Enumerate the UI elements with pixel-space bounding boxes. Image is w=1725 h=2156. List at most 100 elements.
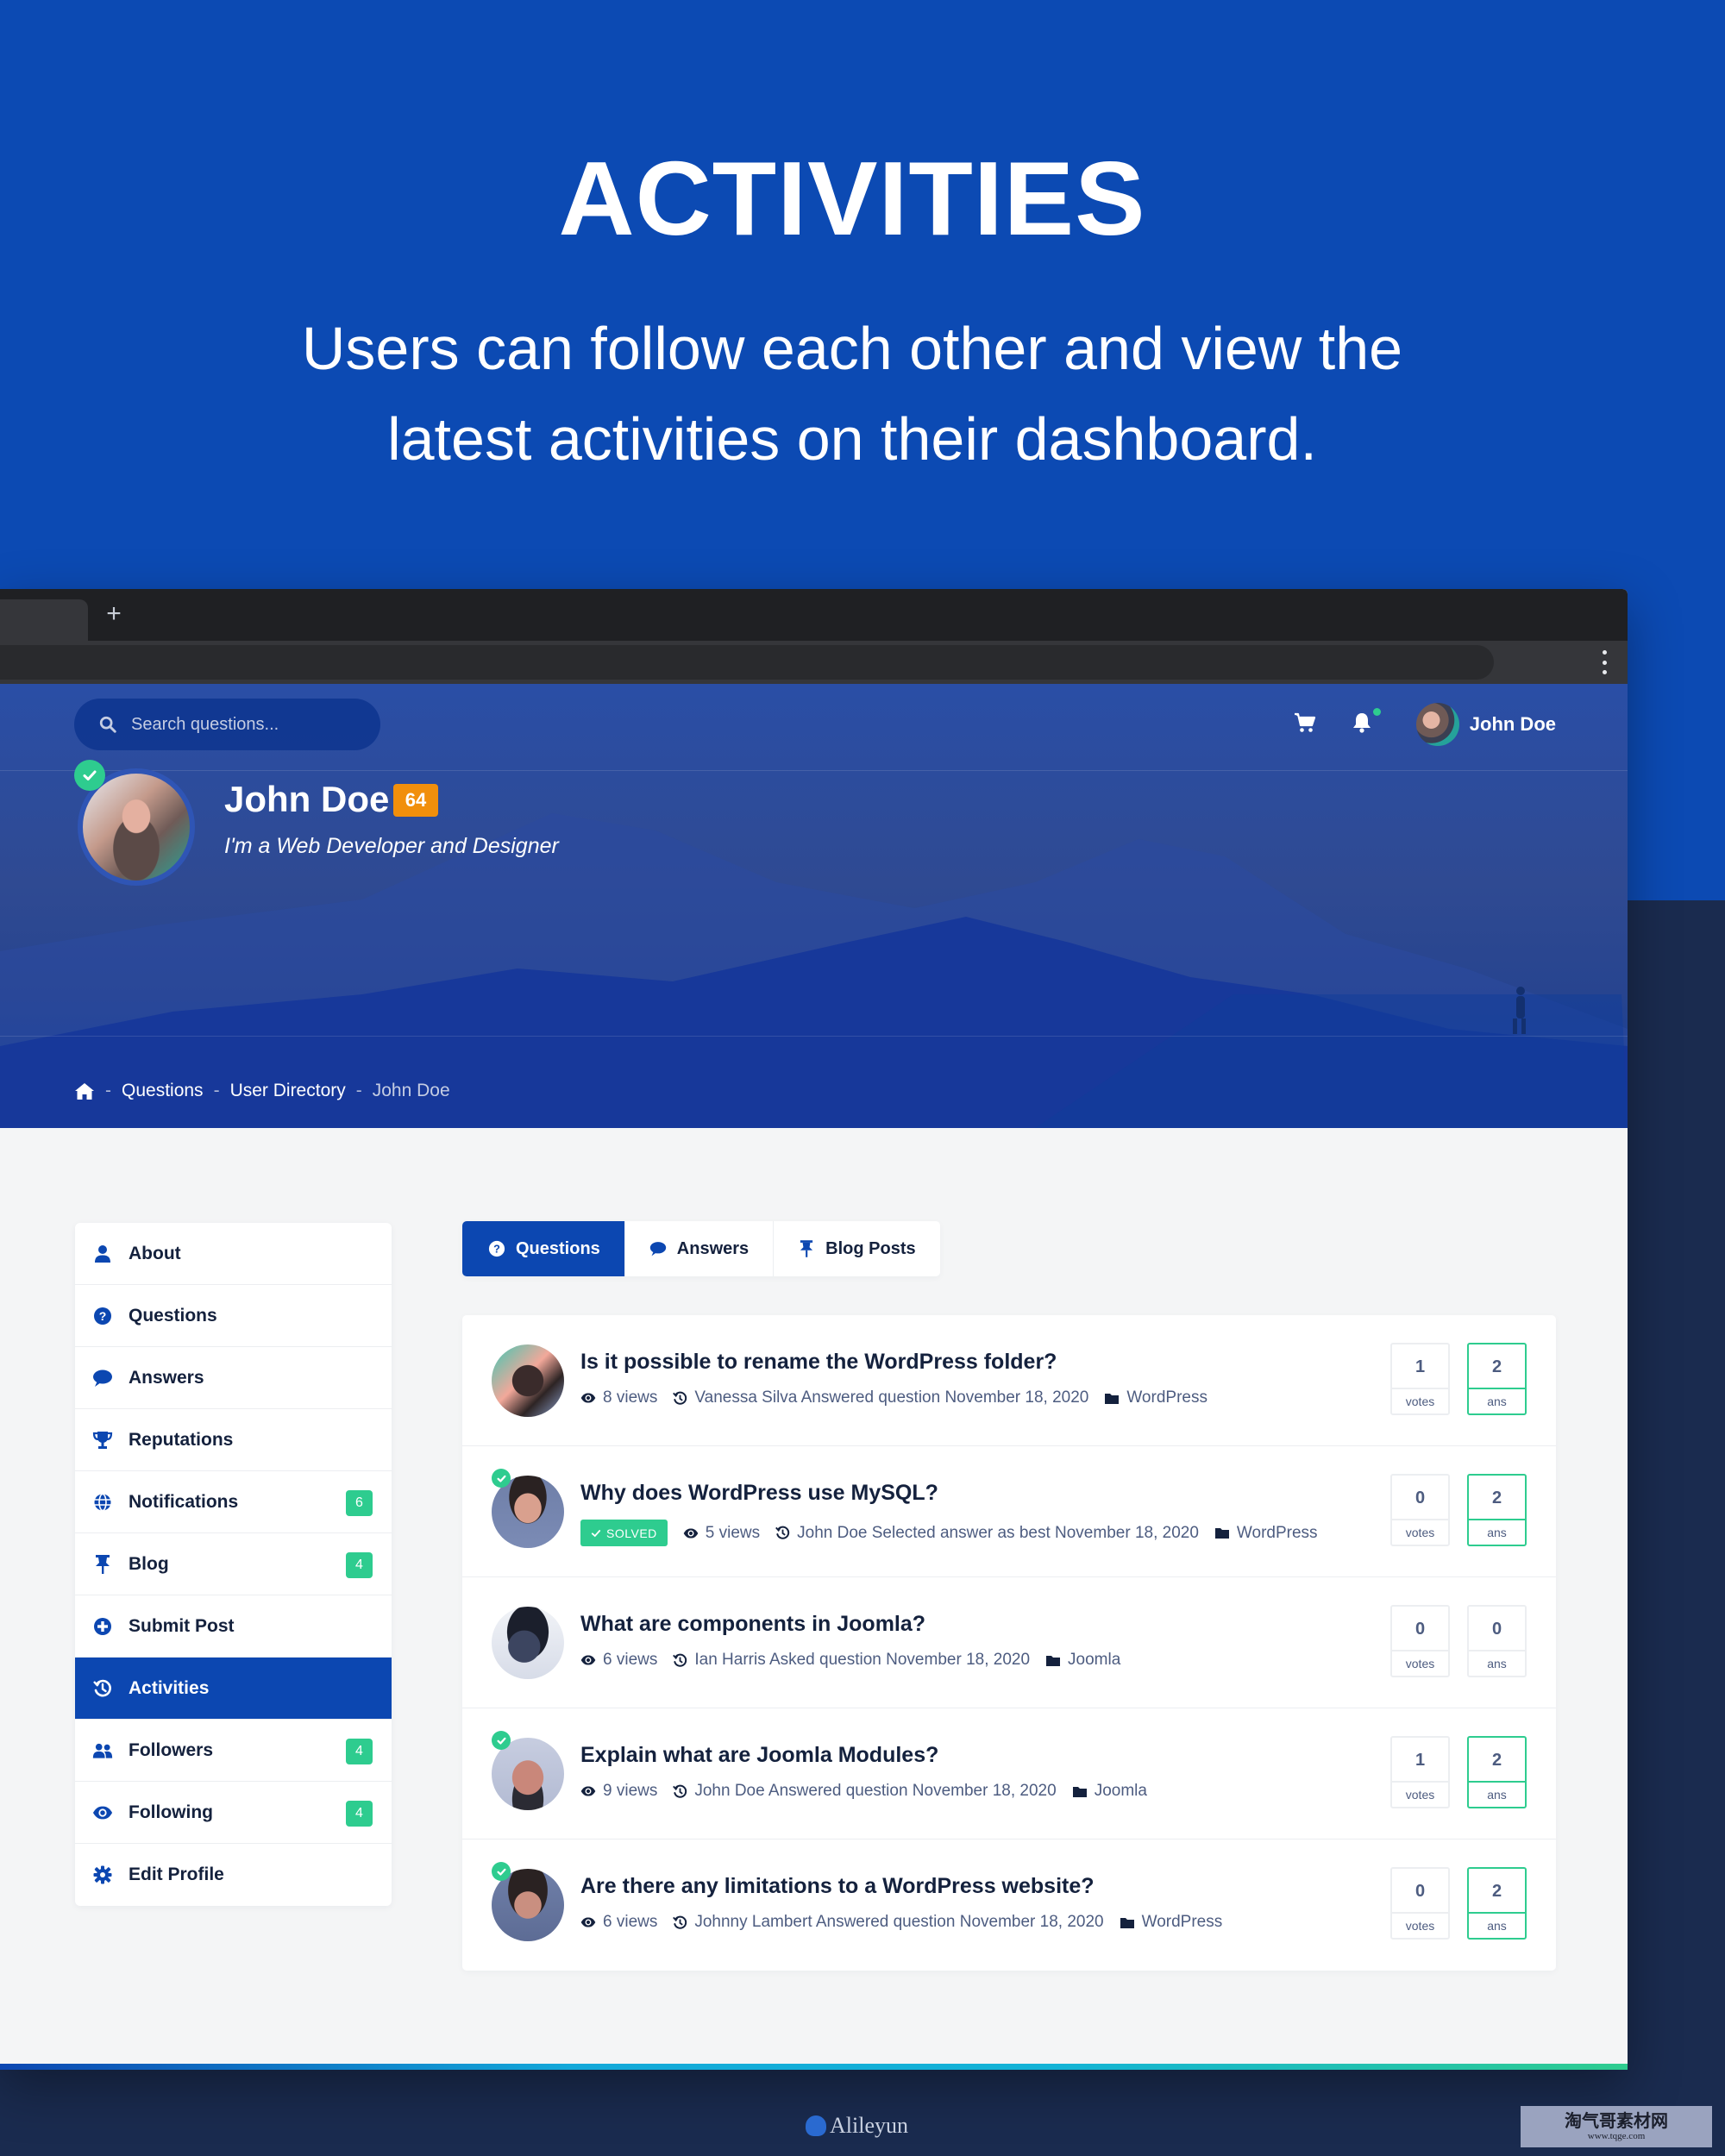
browser-window: + Search questions... John Doe John Doe … xyxy=(0,589,1628,2070)
notifications-count-badge: 6 xyxy=(346,1490,373,1516)
watermark-badge: 淘气哥素材网 www.tqge.com xyxy=(1521,2106,1712,2147)
new-tab-button[interactable]: + xyxy=(102,601,126,627)
answers-label: ans xyxy=(1487,1526,1507,1539)
sidebar-item-about[interactable]: About xyxy=(75,1223,392,1285)
logo-icon xyxy=(806,2115,826,2136)
browser-toolbar xyxy=(0,641,1628,684)
svg-text:?: ? xyxy=(493,1243,500,1256)
author-avatar[interactable] xyxy=(492,1344,564,1417)
sidebar-item-answers[interactable]: Answers xyxy=(75,1347,392,1409)
users-icon xyxy=(92,1743,113,1758)
category-link[interactable]: WordPress xyxy=(1214,1524,1318,1543)
category-link[interactable]: WordPress xyxy=(1120,1913,1222,1932)
sidebar-item-notifications[interactable]: Notifications 6 xyxy=(75,1471,392,1533)
question-row: Is it possible to rename the WordPress f… xyxy=(462,1315,1556,1446)
votes-label: votes xyxy=(1405,1657,1435,1670)
sidebar-item-followers[interactable]: Followers 4 xyxy=(75,1720,392,1782)
folder-icon xyxy=(1120,1917,1134,1928)
category-link[interactable]: Joomla xyxy=(1072,1782,1147,1801)
browser-tab[interactable] xyxy=(0,599,88,641)
eye-icon xyxy=(580,1393,596,1403)
answers-label: ans xyxy=(1487,1919,1507,1933)
promo-title: ACTIVITIES xyxy=(558,140,1146,257)
answers-counter: 2 ans xyxy=(1467,1343,1527,1415)
category-name: WordPress xyxy=(1236,1523,1318,1542)
content-tabs: ? Questions Answers Blog Posts xyxy=(462,1221,940,1276)
sidebar-item-following[interactable]: Following 4 xyxy=(75,1782,392,1844)
eye-icon xyxy=(580,1917,596,1927)
history-icon xyxy=(673,1653,687,1667)
sidebar-item-label: Submit Post xyxy=(129,1615,235,1636)
sidebar-item-label: Notifications xyxy=(129,1491,239,1512)
activity-text: John Doe Answered question November 18, … xyxy=(694,1782,1057,1800)
question-title-link[interactable]: What are components in Joomla? xyxy=(580,1612,925,1637)
sidebar-item-label: Edit Profile xyxy=(129,1865,224,1884)
question-meta: 6 views Ian Harris Asked question Novemb… xyxy=(580,1651,1136,1670)
svg-text:?: ? xyxy=(99,1309,107,1323)
breadcrumb-questions[interactable]: Questions xyxy=(122,1081,204,1101)
sidebar-item-label: Activities xyxy=(129,1677,210,1698)
category-name: Joomla xyxy=(1068,1651,1121,1669)
breadcrumb-separator: - xyxy=(213,1081,220,1100)
view-count: 6 views xyxy=(603,1913,658,1931)
tab-label: Blog Posts xyxy=(825,1238,916,1258)
browser-menu-icon[interactable] xyxy=(1600,650,1609,674)
votes-counter: 1 votes xyxy=(1390,1736,1450,1808)
sidebar-item-edit-profile[interactable]: Edit Profile xyxy=(75,1844,392,1906)
answers-count: 2 xyxy=(1469,1869,1525,1914)
followers-count-badge: 4 xyxy=(346,1739,373,1764)
tab-questions[interactable]: ? Questions xyxy=(462,1221,625,1276)
folder-icon xyxy=(1072,1786,1087,1797)
sidebar-item-reputations[interactable]: Reputations xyxy=(75,1409,392,1471)
user-icon xyxy=(95,1244,110,1263)
address-bar[interactable] xyxy=(0,645,1494,680)
activity-text: Johnny Lambert Answered question Novembe… xyxy=(694,1913,1104,1931)
home-icon[interactable] xyxy=(74,1081,95,1100)
breadcrumb-current: John Doe xyxy=(372,1081,450,1100)
question-title-link[interactable]: Explain what are Joomla Modules? xyxy=(580,1743,938,1768)
question-title-link[interactable]: Are there any limitations to a WordPress… xyxy=(580,1874,1095,1899)
votes-counter: 0 votes xyxy=(1390,1474,1450,1546)
folder-icon xyxy=(1214,1528,1229,1539)
eye-icon xyxy=(580,1655,596,1665)
view-count: 9 views xyxy=(603,1782,658,1800)
sidebar-item-blog[interactable]: Blog 4 xyxy=(75,1533,392,1595)
sidebar-item-label: Answers xyxy=(129,1367,204,1388)
trophy-icon xyxy=(92,1431,113,1449)
watermark-logo-text: Alileyun xyxy=(830,2113,908,2138)
sidebar-item-label: Followers xyxy=(129,1739,214,1760)
sidebar-item-activities[interactable]: Activities xyxy=(75,1658,392,1720)
promo-subtitle-line2: latest activities on their dashboard. xyxy=(387,405,1317,473)
watermark-line1: 淘气哥素材网 xyxy=(1565,2112,1668,2131)
votes-label: votes xyxy=(1405,1919,1435,1933)
promo-subtitle-line1: Users can follow each other and view the xyxy=(301,315,1403,382)
profile-hero: John Doe John Doe 64 I'm a Web Developer… xyxy=(0,684,1628,1128)
eye-icon xyxy=(92,1806,113,1819)
tab-answers[interactable]: Answers xyxy=(625,1221,775,1276)
question-circle-icon: ? xyxy=(488,1240,505,1257)
plus-circle-icon xyxy=(94,1617,111,1635)
activity-text: John Doe Selected answer as best Novembe… xyxy=(797,1523,1199,1542)
question-title-link[interactable]: Is it possible to rename the WordPress f… xyxy=(580,1350,1057,1375)
sidebar-item-questions[interactable]: ? Questions xyxy=(75,1285,392,1347)
globe-icon xyxy=(94,1493,111,1511)
watermark-logo: Alileyun xyxy=(806,2113,908,2139)
eye-icon xyxy=(683,1527,699,1539)
pin-icon xyxy=(96,1554,110,1574)
sidebar-item-submit-post[interactable]: Submit Post xyxy=(75,1595,392,1658)
reputation-badge: 64 xyxy=(393,784,438,817)
comment-icon xyxy=(93,1369,112,1387)
sidebar-item-label: Questions xyxy=(129,1305,217,1326)
answers-label: ans xyxy=(1487,1657,1507,1670)
author-avatar[interactable] xyxy=(492,1607,564,1679)
breadcrumb-user-directory[interactable]: User Directory xyxy=(230,1081,346,1101)
tab-blog-posts[interactable]: Blog Posts xyxy=(774,1221,939,1276)
history-icon xyxy=(673,1391,687,1405)
category-link[interactable]: Joomla xyxy=(1045,1651,1120,1670)
profile-card: John Doe 64 I'm a Web Developer and Desi… xyxy=(0,684,1628,1128)
answers-counter: 0 ans xyxy=(1467,1605,1527,1677)
votes-count: 1 xyxy=(1392,1738,1448,1783)
question-title-link[interactable]: Why does WordPress use MySQL? xyxy=(580,1481,938,1506)
category-link[interactable]: WordPress xyxy=(1104,1388,1208,1407)
breadcrumb-separator: - xyxy=(105,1081,111,1100)
